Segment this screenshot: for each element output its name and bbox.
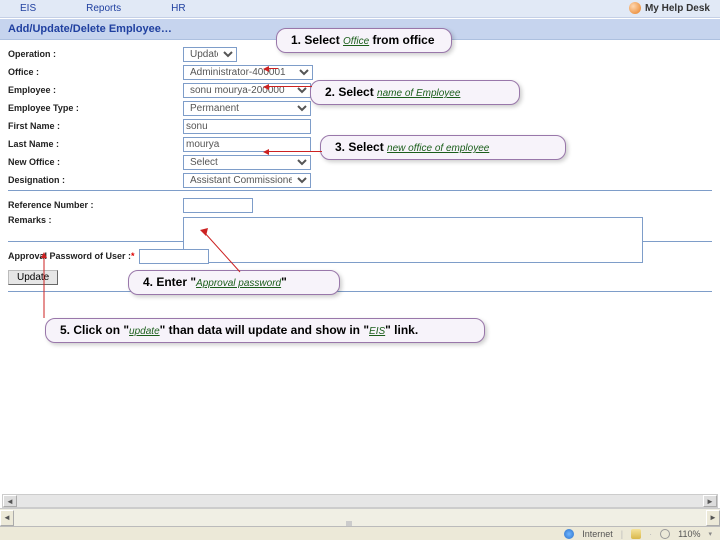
menu-hr[interactable]: HR [171, 3, 235, 14]
callout-2: 2. Select name of Employee [310, 80, 520, 105]
menu-eis[interactable]: EIS [20, 3, 86, 14]
helpdesk-link[interactable]: My Help Desk [629, 2, 710, 14]
firstname-label: First Name : [8, 121, 183, 131]
scroll-left-icon[interactable]: ◄ [3, 495, 17, 507]
emptype-label: Employee Type : [8, 103, 183, 113]
divider [8, 291, 712, 292]
employee-label: Employee : [8, 85, 183, 95]
emptype-select[interactable]: Permanent [183, 101, 311, 116]
callout-5: 5. Click on "update" than data will upda… [45, 318, 485, 343]
firstname-input[interactable] [183, 119, 311, 134]
arrow-icon [266, 68, 278, 69]
office-select[interactable]: Administrator-400001 [183, 65, 313, 80]
zoom-level[interactable]: 110% [678, 529, 700, 539]
operation-label: Operation : [8, 49, 183, 59]
refnum-input[interactable] [183, 198, 253, 213]
internet-zone-icon [564, 529, 574, 539]
arrow-icon [266, 86, 312, 87]
remarks-textarea[interactable] [183, 217, 643, 263]
top-menu: EIS Reports HR [0, 0, 720, 18]
approval-password-input[interactable] [139, 249, 209, 264]
scroll-left-icon[interactable]: ◄ [0, 510, 14, 526]
menu-reports[interactable]: Reports [86, 3, 171, 14]
callout-3: 3. Select new office of employee [320, 135, 566, 160]
arrow-icon [266, 151, 322, 152]
employee-select[interactable]: sonu mourya-200000 [183, 83, 311, 98]
newoffice-label: New Office : [8, 157, 183, 167]
newoffice-select[interactable]: Select [183, 155, 311, 170]
designation-select[interactable]: Assistant Commissioner [183, 173, 311, 188]
lastname-label: Last Name : [8, 139, 183, 149]
callout-1: 1. Select Office from office [276, 28, 452, 53]
scroll-right-icon[interactable]: ► [703, 495, 717, 507]
operation-select[interactable]: Update [183, 47, 237, 62]
zoom-icon[interactable] [660, 529, 670, 539]
horizontal-scrollbar[interactable]: ◄ ► [2, 494, 718, 508]
designation-label: Designation : [8, 175, 183, 185]
form-area: Operation : Update Office : Administrato… [0, 40, 720, 292]
office-label: Office : [8, 67, 183, 77]
lastname-input[interactable] [183, 137, 311, 152]
password-label: Approval Password of User :* [8, 251, 135, 261]
divider [8, 190, 712, 191]
helpdesk-icon [629, 2, 641, 14]
helpdesk-label: My Help Desk [645, 3, 710, 14]
callout-4: 4. Enter "Approval password" [128, 270, 340, 295]
protected-mode-icon [631, 529, 641, 539]
internet-zone-label: Internet [582, 529, 613, 539]
refnum-label: Reference Number : [8, 200, 183, 210]
update-button[interactable]: Update [8, 270, 58, 285]
browser-statusbar: Internet | · 110% ▾ [0, 526, 720, 540]
statusbar-scroll: ◄ ► [0, 508, 720, 526]
scroll-right-icon[interactable]: ► [706, 510, 720, 526]
remarks-label: Remarks : [8, 215, 183, 225]
